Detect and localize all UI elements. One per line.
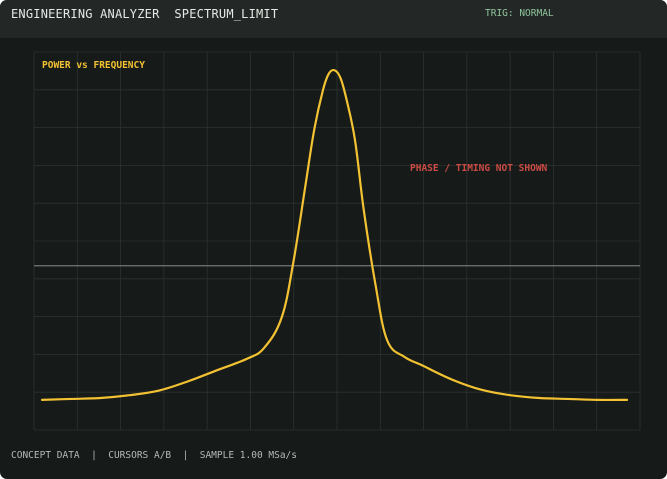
analyzer-window: ENGINEERING ANALYZER SPECTRUM_LIMIT TRIG…	[0, 0, 667, 479]
status-bar: CONCEPT DATA | CURSORS A/B | SAMPLE 1.00…	[11, 450, 297, 461]
plot-grid	[33, 51, 641, 431]
spectrum-plot: POWER vs FREQUENCY PHASE / TIMING NOT SH…	[33, 51, 641, 431]
spectrum-trace	[40, 68, 629, 402]
plot-annotation: PHASE / TIMING NOT SHOWN	[410, 163, 548, 174]
plot-label: POWER vs FREQUENCY	[42, 60, 145, 71]
